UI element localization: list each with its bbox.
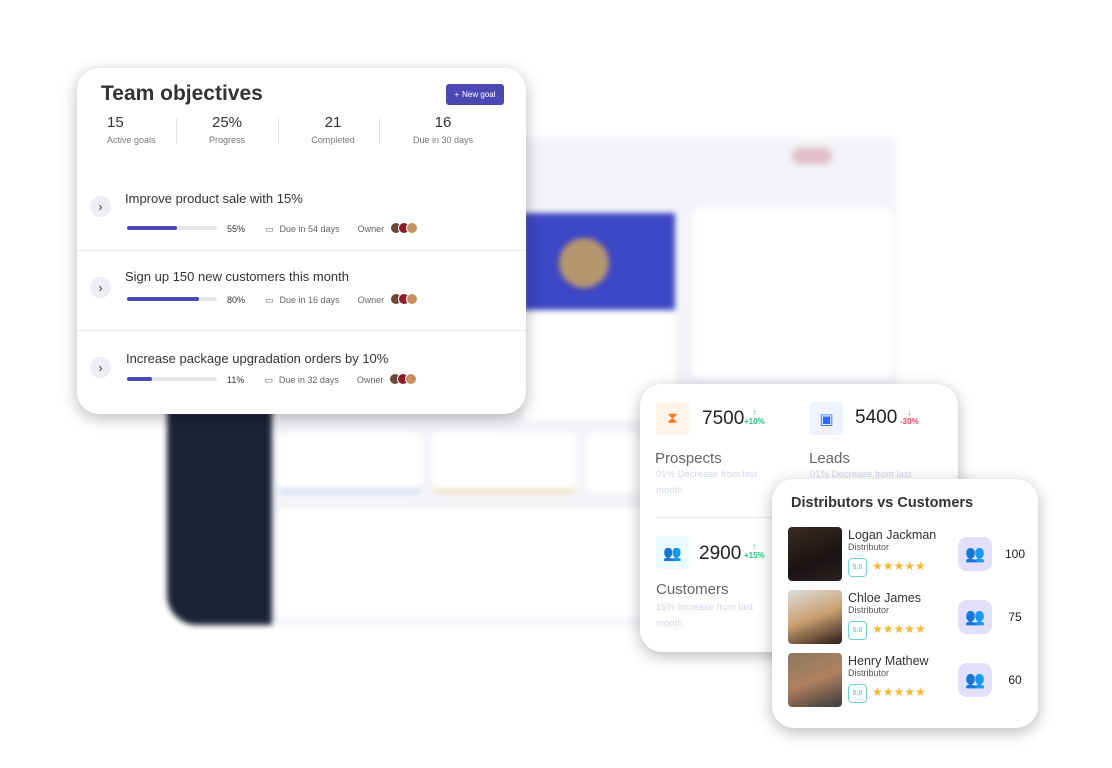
trend-up: ↑ +10%	[744, 408, 765, 426]
arrow-up-icon: ↑	[752, 542, 757, 551]
arrow-up-icon: ↑	[752, 408, 757, 417]
star-rating: ★★★★★	[872, 559, 926, 573]
plus-icon: +	[454, 90, 460, 99]
card-title: Team objectives	[101, 82, 263, 105]
rating-badge: 5.0	[848, 558, 867, 577]
calendar-icon: ▭	[264, 374, 273, 385]
hourglass-icon: ⧗	[656, 402, 689, 435]
owner-avatars	[389, 373, 418, 387]
avatar	[788, 590, 842, 644]
avatar	[788, 527, 842, 581]
devices-icon: ▣	[810, 402, 843, 435]
users-icon: 👥	[958, 600, 992, 634]
distributor-row[interactable]: Logan Jackman Distributor 5.0 ★★★★★ 👥 100	[788, 527, 1028, 581]
trend-up: ↑ +15%	[744, 542, 765, 560]
rating-badge: 5.0	[848, 621, 867, 640]
card-title: Distributors vs Customers	[791, 495, 974, 511]
new-goal-button[interactable]: + New goal	[446, 84, 504, 105]
progress-bar	[127, 377, 217, 381]
calendar-icon: ▭	[265, 294, 274, 305]
arrow-down-icon: ↓	[907, 408, 912, 417]
team-objectives-card: Team objectives + New goal 15 Active goals…	[77, 68, 526, 414]
progress-bar	[127, 226, 217, 230]
stat-progress: 25% Progress	[208, 114, 245, 145]
distributor-row[interactable]: Chloe James Distributor 5.0 ★★★★★ 👥 75	[788, 590, 1028, 644]
users-icon: 👥	[958, 663, 992, 697]
users-icon: 👥	[958, 537, 992, 571]
calendar-icon: ▭	[265, 223, 274, 234]
trend-down: ↓ -30%	[900, 408, 919, 426]
chevron-right-icon[interactable]: ›	[90, 277, 111, 298]
sidebar	[167, 408, 272, 625]
chevron-right-icon[interactable]: ›	[90, 196, 111, 217]
progress-bar	[127, 297, 217, 301]
stat-completed: 21 Completed	[311, 114, 355, 145]
star-rating: ★★★★★	[872, 685, 926, 699]
owner-avatars	[390, 293, 419, 307]
owner-avatars	[390, 222, 419, 236]
rating-badge: 5.0	[848, 684, 867, 703]
star-rating: ★★★★★	[872, 622, 926, 636]
distributors-card: Distributors vs Customers Logan Jackman D…	[772, 479, 1038, 728]
stat-active-goals: 15 Active goals	[107, 114, 156, 145]
distributor-row[interactable]: Henry Mathew Distributor 5.0 ★★★★★ 👥 60	[788, 653, 1028, 707]
chevron-right-icon[interactable]: ›	[90, 357, 111, 378]
users-icon: 👥	[656, 536, 689, 569]
avatar	[788, 653, 842, 707]
stat-due: 16 Due in 30 days	[412, 114, 474, 145]
